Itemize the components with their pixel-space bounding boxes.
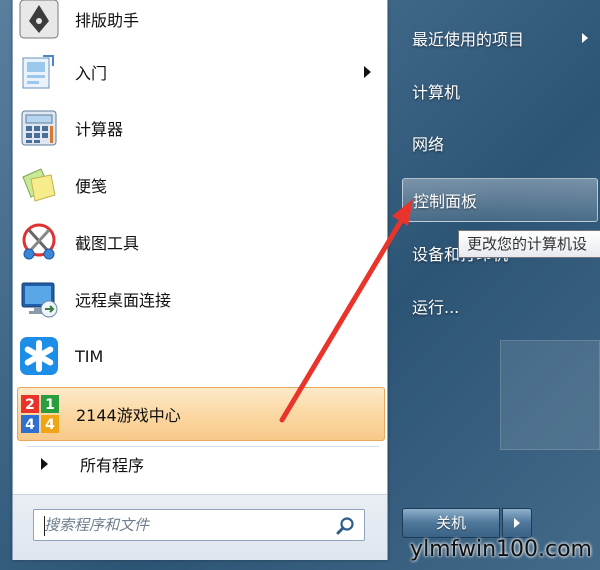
program-item-calculator[interactable]: 计算器 [17,101,385,155]
search-box[interactable] [33,509,365,541]
program-item-typesetting[interactable]: 排版助手 [17,0,385,46]
search-area [13,494,387,560]
right-item-label: 控制面板 [413,192,478,211]
calculator-icon [21,110,57,146]
right-item-network[interactable]: 网络 [402,123,598,163]
submenu-arrow-icon [364,66,371,78]
shutdown-button[interactable]: 关机 [402,508,500,538]
search-input[interactable] [44,511,334,539]
right-item-label: 网络 [412,135,445,154]
start-menu-right-panel: 最近使用的项目 计算机 网络 控制面板 设备和打印机 运行... [392,0,600,570]
watermark: ylmfwin100.com [410,537,592,562]
text-caret [44,516,45,536]
shutdown-options-button[interactable] [502,508,532,538]
program-label: 2144游戏中心 [76,406,181,425]
getting-started-icon [22,55,54,89]
right-item-control-panel[interactable]: 控制面板 [402,178,598,222]
background-window-ghost [500,340,600,450]
start-menu-programs-panel: 排版助手 入门 计算器 便笺 截图工具 远程桌面连接 TIM 2 1 4 4 2… [12,0,388,560]
right-item-recent-items[interactable]: 最近使用的项目 [402,18,598,58]
submenu-arrow-icon [582,33,588,43]
program-item-getting-started[interactable]: 入门 [17,45,385,99]
pen-nib-icon [19,0,59,39]
program-item-tim[interactable]: TIM [17,329,385,383]
program-item-remote-desktop[interactable]: 远程桌面连接 [17,272,385,326]
right-item-label: 计算机 [412,83,461,102]
sticky-notes-icon [22,168,56,202]
right-item-computer[interactable]: 计算机 [402,71,598,111]
tooltip: 更改您的计算机设 [458,230,600,258]
search-icon[interactable] [336,516,356,536]
game-icon-digit: 4 [45,417,55,433]
game-center-2144-icon: 2 1 4 4 [21,395,59,433]
program-label: TIM [75,346,104,366]
all-programs-label: 所有程序 [80,456,145,475]
program-item-snipping-tool[interactable]: 截图工具 [17,215,385,269]
right-item-label: 运行... [412,298,460,317]
game-icon-digit: 1 [45,397,55,413]
game-icon-digit: 4 [25,417,35,433]
program-label: 排版助手 [75,11,140,30]
right-item-run[interactable]: 运行... [402,286,598,326]
program-label: 便笺 [75,177,108,196]
tim-star-icon [20,337,58,375]
expand-arrow-icon [41,458,48,470]
scissors-icon [22,223,56,260]
program-label: 远程桌面连接 [75,291,172,310]
program-label: 截图工具 [75,234,140,253]
game-icon-digit: 2 [25,397,35,413]
program-item-2144-game-center[interactable]: 2 1 4 4 2144游戏中心 [17,387,385,441]
program-label: 入门 [75,64,108,83]
program-item-sticky-notes[interactable]: 便笺 [17,158,385,212]
program-label: 计算器 [75,120,124,139]
all-programs-item[interactable]: 所有程序 [17,442,385,486]
remote-desktop-icon [21,282,58,318]
right-item-label: 最近使用的项目 [412,30,525,49]
